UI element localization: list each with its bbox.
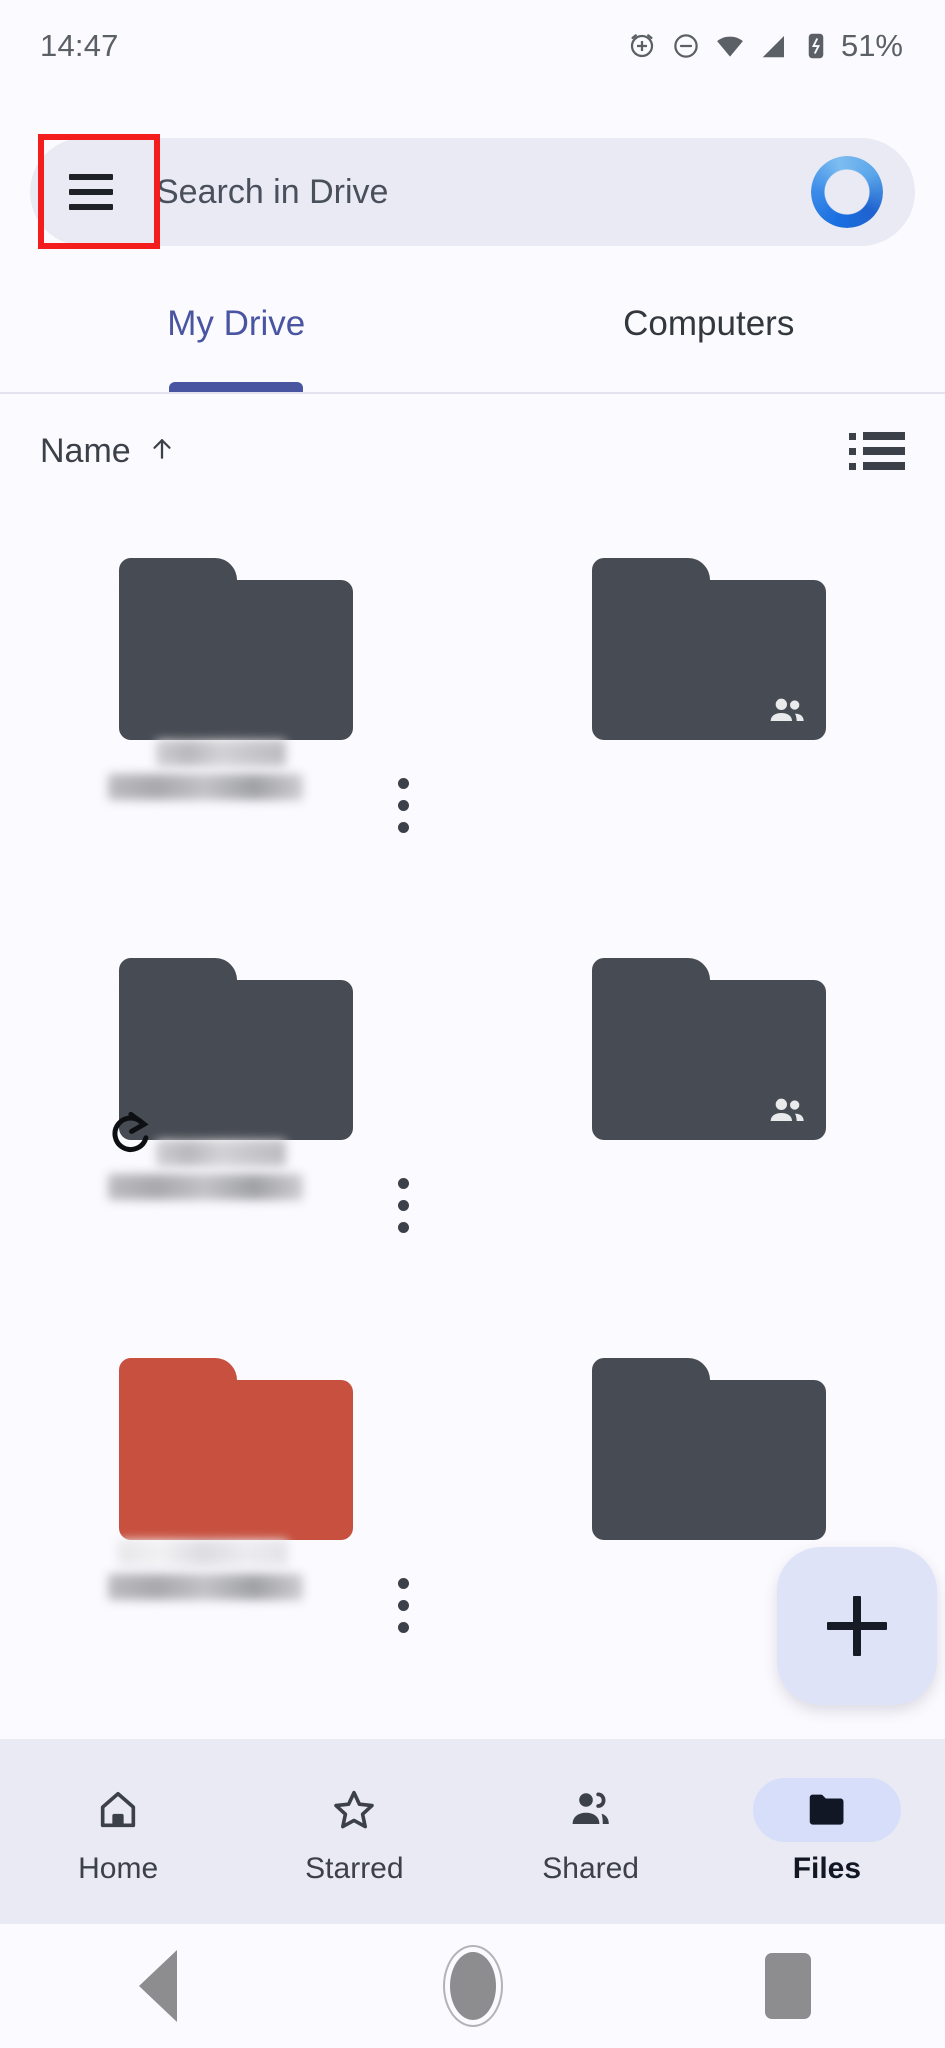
battery-charging-icon [803,31,829,61]
cellular-signal-icon [759,31,789,61]
sort-and-view-row: Name [0,396,945,506]
square-recents-icon [764,1953,811,2019]
home-button[interactable] [315,1952,630,2020]
file-name-redacted [108,740,353,808]
status-bar: 14:47 51% [0,0,945,92]
nav-item-home-label: Home [78,1851,159,1885]
folder-thumbnail[interactable] [591,958,826,1140]
create-new-fab[interactable] [777,1547,937,1705]
folder-icon [119,1358,354,1540]
nav-item-shared[interactable]: Shared [473,1739,709,1924]
bottom-navigation: Home Starred Shared Files [0,1739,945,1924]
grid-item-folder[interactable] [0,1340,473,1740]
folder-icon [119,558,354,740]
folder-thumbnail[interactable] [591,1358,826,1540]
grid-item-folder[interactable] [0,940,473,1340]
drive-tabs: My Drive Computers [0,286,945,394]
nav-item-files-label: Files [792,1851,862,1885]
grid-item-folder[interactable] [0,540,473,940]
more-vert-icon[interactable] [398,1578,409,1633]
wifi-icon [715,31,745,61]
battery-percent: 51% [840,28,903,63]
folder-icon [752,1777,901,1842]
back-button[interactable] [0,1950,315,2022]
people-icon [517,1778,665,1842]
shared-people-icon [768,1096,808,1126]
android-navigation-bar [0,1924,945,2048]
file-name-redacted [108,1140,353,1208]
nav-item-starred[interactable]: Starred [236,1739,472,1924]
search-bar-container: Search in Drive [30,134,915,249]
triangle-back-icon [138,1950,177,2022]
folder-thumbnail[interactable] [119,558,354,740]
circle-home-icon [449,1952,496,2020]
alarm-add-icon [627,31,657,61]
nav-item-files[interactable]: Files [709,1739,945,1924]
tab-my-drive[interactable]: My Drive [0,286,473,392]
shared-people-icon [768,696,808,726]
status-icons: 51% [627,28,903,64]
folder-icon [591,1358,826,1540]
recents-button[interactable] [630,1953,945,2019]
home-icon [44,1778,192,1842]
phone-screen: 14:47 51% Search in Drive My Drive Compu… [0,0,945,2048]
sort-label: Name [40,431,131,470]
tab-active-indicator [169,382,304,392]
folder-thumbnail[interactable] [591,558,826,740]
file-name-redacted [108,1540,353,1608]
tab-my-drive-label: My Drive [167,304,306,343]
search-input[interactable]: Search in Drive [156,173,811,212]
search-bar[interactable]: Search in Drive [30,138,915,246]
more-vert-icon[interactable] [398,778,409,833]
tab-computers-label: Computers [623,304,795,343]
nav-item-home[interactable]: Home [0,1739,236,1924]
list-view-icon[interactable] [849,432,905,470]
nav-item-starred-label: Starred [305,1851,404,1885]
do-not-disturb-icon [671,31,701,61]
more-vert-icon[interactable] [398,1178,409,1233]
nav-item-shared-label: Shared [542,1851,639,1885]
folder-thumbnail[interactable] [112,958,354,1152]
tab-computers[interactable]: Computers [473,286,945,392]
hamburger-menu-icon[interactable] [30,138,152,246]
status-time: 14:47 [40,28,119,63]
arrow-up-icon [147,432,177,471]
folder-thumbnail[interactable] [119,1358,354,1540]
star-outline-icon [280,1778,428,1842]
account-avatar[interactable] [811,156,883,228]
grid-item-folder[interactable] [473,540,945,940]
sort-by-name-button[interactable]: Name [40,432,177,471]
grid-item-folder[interactable] [473,940,945,1340]
